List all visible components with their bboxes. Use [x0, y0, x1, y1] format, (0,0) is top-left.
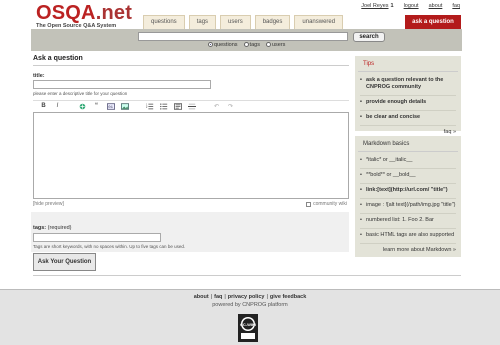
radio-icon[interactable] — [243, 42, 249, 48]
page-title: Ask a question — [33, 55, 349, 66]
tips-box: Tips ask a question relevant to the CNPR… — [355, 56, 461, 135]
content-divider — [33, 275, 461, 276]
tab-users[interactable]: users — [220, 15, 251, 29]
list-item: numbered list: 1. Foo 2. Bar — [360, 214, 456, 229]
tags-hint: Tags are short keywords, with no spaces … — [33, 244, 186, 249]
image-icon[interactable] — [120, 102, 129, 110]
list-item: *italic* or __italic__ — [360, 154, 456, 169]
footer-faq-link[interactable]: faq — [214, 294, 222, 300]
bold-icon[interactable]: B — [39, 102, 48, 110]
cc-wiki-badge-icon[interactable]: CC-WIKI — [238, 314, 258, 342]
markdown-title: Markdown basics — [358, 136, 458, 152]
ask-form: Ask a question title: please enter a des… — [31, 55, 461, 276]
search-scope: questions tags users — [208, 42, 285, 48]
search-input[interactable] — [138, 32, 348, 41]
ask-your-question-button[interactable]: Ask Your Question — [33, 253, 96, 271]
markdown-list: *italic* or __italic__ **bold** or __bol… — [355, 152, 461, 244]
footer-feedback-link[interactable]: give feedback — [270, 294, 306, 300]
tab-tags[interactable]: tags — [188, 15, 217, 29]
scope-users[interactable]: users — [265, 42, 285, 48]
link-icon[interactable] — [78, 102, 87, 110]
question-body-editor[interactable] — [33, 112, 349, 199]
markdown-more-link[interactable]: learn more about Markdown » — [355, 244, 461, 253]
tips-list: ask a question relevant to the CNPROG co… — [355, 72, 461, 126]
community-wiki-option[interactable]: community wiki — [306, 201, 347, 207]
tab-badges[interactable]: badges — [254, 15, 291, 29]
list-item: provide enough details — [360, 96, 456, 111]
tips-title: Tips — [358, 56, 458, 72]
footer: about | faq | privacy policy | give feedback p… — [0, 289, 500, 345]
list-item: link:[text](http://url.com/ "title") — [360, 184, 456, 199]
user-profile-link[interactable]: Joel Reyes — [361, 3, 388, 9]
radio-icon[interactable] — [265, 42, 271, 48]
logout-link[interactable]: logout — [404, 3, 419, 9]
bulleted-list-icon[interactable] — [159, 102, 168, 110]
about-link[interactable]: about — [429, 3, 443, 9]
powered-by: powered by CNPROG platform — [212, 302, 288, 308]
search-bar: search questions tags users — [31, 29, 462, 51]
tab-questions[interactable]: questions — [143, 15, 185, 29]
search-button[interactable]: search — [353, 32, 385, 42]
scope-tags[interactable]: tags — [243, 42, 260, 48]
list-item: basic HTML tags are also supported — [360, 229, 456, 244]
list-item: be clear and concise — [360, 111, 456, 126]
svg-text:01: 01 — [108, 106, 113, 110]
footer-about-link[interactable]: about — [194, 294, 209, 300]
logo-wordmark: OSQA.net — [36, 2, 133, 24]
footer-privacy-link[interactable]: privacy policy — [228, 294, 265, 300]
user-reputation: 1 — [390, 3, 394, 9]
horizontal-rule-icon[interactable] — [187, 102, 196, 110]
hide-preview-link[interactable]: [hide preview] — [33, 201, 64, 207]
title-hint: please enter a descriptive title for you… — [33, 91, 128, 96]
user-bar: Joel Reyes 1 logout about faq — [361, 3, 460, 9]
svg-text:CC-WIKI: CC-WIKI — [240, 322, 256, 327]
list-item: **bold** or __bold__ — [360, 169, 456, 184]
svg-text:2: 2 — [146, 106, 148, 109]
list-item: ask a question relevant to the CNPROG co… — [360, 74, 456, 96]
quote-icon[interactable]: “ — [92, 102, 101, 110]
site-logo[interactable]: OSQA.net The Open Source Q&A System — [36, 3, 132, 29]
footer-links: about | faq | privacy policy | give feedback — [193, 294, 307, 300]
list-item: image : ![alt text](/path/img.jpg "title… — [360, 199, 456, 214]
faq-link[interactable]: faq — [452, 3, 460, 9]
main-nav: questions tags users badges unanswered — [143, 15, 344, 29]
ask-question-button[interactable]: ask a question — [405, 15, 461, 29]
title-label: title: — [33, 73, 45, 79]
redo-icon[interactable]: ↷ — [226, 102, 235, 110]
radio-icon[interactable] — [208, 42, 213, 48]
toolbar-separator — [201, 102, 207, 110]
markdown-box: Markdown basics *italic* or __italic__ *… — [355, 136, 461, 257]
scope-questions[interactable]: questions — [208, 42, 238, 48]
community-wiki-checkbox[interactable] — [306, 201, 312, 207]
tags-label: tags: (required) — [33, 225, 72, 231]
editor-toolbar: B I “ 01 12 ↶ ↷ — [33, 100, 349, 111]
numbered-list-icon[interactable]: 12 — [145, 102, 154, 110]
toolbar-separator — [134, 102, 140, 110]
community-wiki-label: community wiki — [313, 201, 347, 207]
toolbar-separator — [67, 102, 73, 110]
faq-more-link[interactable]: faq » — [355, 126, 461, 135]
title-input[interactable] — [33, 80, 211, 89]
tags-input[interactable] — [33, 233, 161, 242]
heading-icon[interactable] — [173, 102, 182, 110]
tab-unanswered[interactable]: unanswered — [294, 15, 344, 29]
italic-icon[interactable]: I — [53, 102, 62, 110]
code-icon[interactable]: 01 — [106, 102, 115, 110]
undo-icon[interactable]: ↶ — [212, 102, 221, 110]
